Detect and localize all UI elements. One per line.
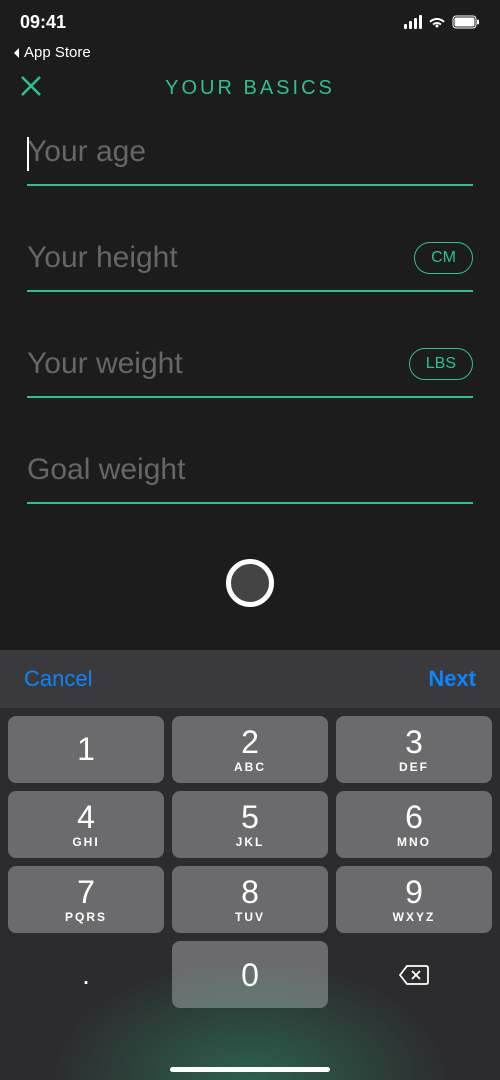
keyboard-accessory-bar: Cancel Next — [0, 650, 500, 708]
key-letters: GHI — [72, 835, 99, 849]
goal-input[interactable] — [27, 453, 473, 487]
key-digit: 1 — [77, 733, 95, 765]
key-6[interactable]: 6 MNO — [336, 791, 492, 858]
key-digit: 8 — [241, 876, 259, 908]
home-indicator[interactable] — [170, 1067, 330, 1072]
text-cursor — [27, 137, 29, 171]
form-area: CM LBS — [0, 115, 500, 504]
key-letters: DEF — [399, 760, 429, 774]
cellular-signal-icon — [404, 15, 422, 29]
status-time: 09:41 — [20, 12, 66, 33]
close-icon — [20, 75, 42, 97]
back-chevron-icon — [12, 47, 20, 59]
progress-circle-icon — [226, 559, 274, 607]
key-dot[interactable]: . — [8, 941, 164, 1008]
height-input[interactable] — [27, 241, 414, 275]
key-2[interactable]: 2 ABC — [172, 716, 328, 783]
key-letters: JKL — [236, 835, 265, 849]
key-digit: . — [82, 961, 90, 989]
weight-input[interactable] — [27, 347, 409, 381]
key-0[interactable]: 0 — [172, 941, 328, 1008]
key-letters: WXYZ — [393, 910, 436, 924]
key-digit: 0 — [241, 959, 259, 991]
page-title: YOUR BASICS — [165, 77, 335, 100]
close-button[interactable] — [20, 73, 42, 103]
key-1[interactable]: 1 — [8, 716, 164, 783]
goal-field-row — [27, 453, 473, 504]
key-9[interactable]: 9 WXYZ — [336, 866, 492, 933]
header: YOUR BASICS — [0, 61, 500, 115]
weight-unit-toggle[interactable]: LBS — [409, 348, 473, 380]
key-backspace[interactable] — [336, 941, 492, 1008]
key-letters: PQRS — [65, 910, 107, 924]
age-input[interactable] — [27, 135, 473, 169]
key-letters: TUV — [235, 910, 265, 924]
back-app-label: App Store — [24, 44, 91, 61]
key-7[interactable]: 7 PQRS — [8, 866, 164, 933]
back-to-app-link[interactable]: App Store — [0, 44, 500, 61]
key-letters: MNO — [397, 835, 431, 849]
numeric-keypad: 1 2 ABC 3 DEF 4 GHI 5 JKL 6 MNO 7 PQRS 8 — [0, 708, 500, 1080]
key-digit: 9 — [405, 876, 423, 908]
status-bar: 09:41 — [0, 0, 500, 44]
key-digit: 4 — [77, 801, 95, 833]
wifi-icon — [428, 15, 446, 29]
cancel-button[interactable]: Cancel — [24, 666, 92, 692]
key-8[interactable]: 8 TUV — [172, 866, 328, 933]
key-digit: 2 — [241, 726, 259, 758]
next-button[interactable]: Next — [428, 666, 476, 692]
backspace-icon — [399, 964, 429, 986]
key-4[interactable]: 4 GHI — [8, 791, 164, 858]
height-unit-toggle[interactable]: CM — [414, 242, 473, 274]
weight-field-row: LBS — [27, 347, 473, 398]
key-3[interactable]: 3 DEF — [336, 716, 492, 783]
height-field-row: CM — [27, 241, 473, 292]
age-field-row — [27, 135, 473, 186]
key-digit: 6 — [405, 801, 423, 833]
key-5[interactable]: 5 JKL — [172, 791, 328, 858]
key-letters: ABC — [234, 760, 266, 774]
status-icons — [404, 15, 480, 29]
key-digit: 7 — [77, 876, 95, 908]
battery-icon — [452, 15, 480, 29]
key-digit: 5 — [241, 801, 259, 833]
key-digit: 3 — [405, 726, 423, 758]
